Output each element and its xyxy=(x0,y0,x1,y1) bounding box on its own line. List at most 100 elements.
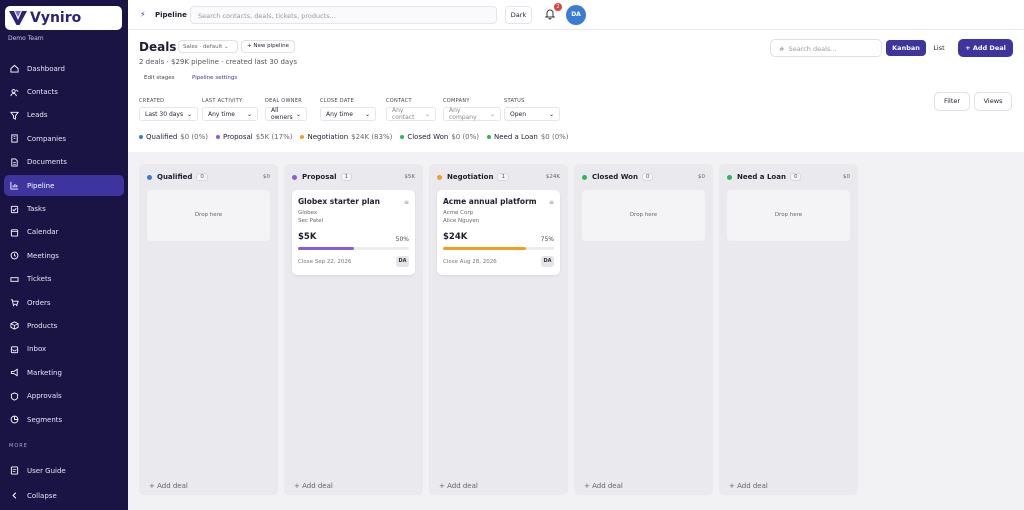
sidebar-item-documents[interactable]: Documents xyxy=(4,152,124,173)
views-button[interactable]: Views xyxy=(974,92,1012,111)
user-guide-link[interactable]: User Guide xyxy=(10,466,66,475)
owner-avatar[interactable]: DA xyxy=(541,256,554,267)
theme-toggle-button[interactable]: Dark xyxy=(505,6,532,24)
pipeline-select-value: Sales · default xyxy=(183,44,223,50)
sidebar-item-dashboard[interactable]: Dashboard xyxy=(4,58,124,79)
summary-stage-name: Closed Won xyxy=(407,133,449,141)
add-deal-link[interactable]: + Add deal xyxy=(729,482,768,490)
filter-deal-owner: DEAL OWNER All owners ⌄ xyxy=(265,98,307,121)
sidebar-item-label: Tasks xyxy=(27,205,46,214)
drop-zone[interactable]: Drop here xyxy=(147,190,270,241)
sidebar-item-products[interactable]: Products xyxy=(4,315,124,336)
filter-select-company[interactable]: Any company ⌄ xyxy=(443,107,501,121)
sidebar-item-label: Inbox xyxy=(27,345,47,354)
page-subtitle: 2 deals · $29K pipeline · created last 3… xyxy=(139,58,298,66)
stage-color-dot xyxy=(139,135,143,139)
column-header: Qualified 0 $0 xyxy=(147,173,270,181)
column-header: Closed Won 0 $0 xyxy=(582,173,705,181)
clock-icon xyxy=(10,251,19,260)
drop-zone[interactable]: Drop here xyxy=(727,190,850,241)
building-icon xyxy=(10,134,19,143)
filter-value: Any company xyxy=(449,107,477,121)
sidebar-item-label: Orders xyxy=(27,298,51,307)
deal-close-date: Close Aug 28, 2026 xyxy=(443,259,497,265)
drag-handle-icon[interactable]: ≡ xyxy=(549,199,554,206)
filter-select-created[interactable]: Last 30 days ⌄ xyxy=(139,107,198,121)
sidebar-item-tickets[interactable]: Tickets xyxy=(4,269,124,290)
pipeline-select[interactable]: Sales · default ⌄ xyxy=(178,40,238,53)
megaphone-icon xyxy=(10,368,19,377)
sidebar-item-label: Meetings xyxy=(27,251,59,260)
column-header: Proposal 1 $5K xyxy=(292,173,415,181)
chevron-down-icon: ⌄ xyxy=(186,110,192,118)
column-count-badge: 1 xyxy=(497,173,509,181)
stage-color-dot xyxy=(582,174,587,180)
column-title: Need a Loan xyxy=(737,173,786,181)
sidebar-item-label: Products xyxy=(27,321,58,330)
drag-handle-icon[interactable]: ≡ xyxy=(404,199,409,206)
stage-color-dot xyxy=(400,135,405,139)
sidebar-item-approvals[interactable]: Approvals xyxy=(4,385,124,406)
add-deal-button[interactable]: + Add Deal xyxy=(958,39,1013,57)
summary-stage-name: Qualified xyxy=(146,133,178,141)
deal-search-input[interactable]: # Search deals... xyxy=(770,39,882,57)
filter-select-deal-owner[interactable]: All owners ⌄ xyxy=(265,107,307,121)
home-icon xyxy=(10,64,19,73)
filter-select-contact[interactable]: Any contact ⌄ xyxy=(386,107,436,121)
owner-avatar[interactable]: DA xyxy=(396,256,409,267)
filter-button[interactable]: Filter xyxy=(934,92,970,111)
summary-stage-value: $0 (0%) xyxy=(540,133,569,141)
v-logo-icon xyxy=(9,11,27,25)
stage-color-dot xyxy=(292,174,297,180)
summary-item: Closed Won $0 (0%) xyxy=(400,133,479,141)
edit-stages-link[interactable]: Edit stages xyxy=(144,75,175,81)
sidebar-item-inbox[interactable]: Inbox xyxy=(4,339,124,360)
global-search-input[interactable]: Search contacts, deals, tickets, product… xyxy=(190,6,497,24)
filter-select-last-activity[interactable]: Any time ⌄ xyxy=(202,107,258,121)
drop-zone[interactable]: Drop here xyxy=(582,190,705,241)
new-pipeline-button[interactable]: + New pipeline xyxy=(241,40,295,53)
kanban-column-need-a-loan: Need a Loan 0 $0 Drop here + Add deal xyxy=(719,164,858,495)
sidebar-item-orders[interactable]: Orders xyxy=(4,292,124,313)
column-header: Negotiation 1 $24K xyxy=(437,173,560,181)
sidebar-item-marketing[interactable]: Marketing xyxy=(4,362,124,383)
filter-value: Last 30 days xyxy=(145,110,184,118)
probability-bar-fill xyxy=(443,247,527,250)
main-content: Deals Sales · default ⌄ + New pipeline 2… xyxy=(128,30,1024,510)
add-deal-link[interactable]: + Add deal xyxy=(149,482,188,490)
sidebar-item-contacts[interactable]: Contacts xyxy=(4,81,124,102)
list-view-button[interactable]: List xyxy=(929,40,949,56)
column-title: Qualified xyxy=(157,173,193,181)
deal-card[interactable]: Globex starter plan ≡ Globex Sec Patel $5K 50… xyxy=(292,190,415,275)
summary-stage-name: Negotiation xyxy=(307,133,349,141)
summary-stage-name: Need a Loan xyxy=(494,133,538,141)
summary-item: Need a Loan $0 (0%) xyxy=(487,133,569,141)
sidebar-item-meetings[interactable]: Meetings xyxy=(4,245,124,266)
filter-label: COMPANY xyxy=(443,98,470,104)
sidebar-item-leads[interactable]: Leads xyxy=(4,105,124,126)
sidebar-item-pipeline[interactable]: Pipeline xyxy=(4,174,124,197)
column-count-badge: 0 xyxy=(641,173,654,181)
chevron-down-icon: ⌄ xyxy=(364,110,370,118)
stage-color-dot xyxy=(300,135,305,139)
collapse-button[interactable]: Collapse xyxy=(10,491,57,500)
sidebar-item-calendar[interactable]: Calendar xyxy=(4,222,124,243)
deal-card[interactable]: Acme annual platform ≡ Acme Corp Alice Nguy… xyxy=(437,190,560,275)
kanban-view-button[interactable]: Kanban xyxy=(886,40,926,56)
pie-icon xyxy=(10,415,19,424)
sidebar-item-companies[interactable]: Companies xyxy=(4,128,124,149)
checkbox-icon xyxy=(10,205,19,214)
brand-logo[interactable]: Vyniro xyxy=(5,6,122,30)
user-guide-label: User Guide xyxy=(27,466,66,475)
sidebar-item-segments[interactable]: Segments xyxy=(4,409,124,430)
add-deal-link[interactable]: + Add deal xyxy=(584,482,623,490)
pipeline-settings-link[interactable]: Pipeline settings xyxy=(192,75,237,81)
add-deal-link[interactable]: + Add deal xyxy=(439,482,478,490)
filter-select-status[interactable]: Open ⌄ xyxy=(504,107,560,121)
sidebar-item-label: Leads xyxy=(27,111,48,120)
add-deal-link[interactable]: + Add deal xyxy=(294,482,333,490)
filter-select-close-date[interactable]: Any time ⌄ xyxy=(320,107,376,121)
user-avatar[interactable]: DA xyxy=(566,5,586,25)
stage-color-dot xyxy=(437,174,442,180)
sidebar-item-tasks[interactable]: Tasks xyxy=(4,198,124,219)
